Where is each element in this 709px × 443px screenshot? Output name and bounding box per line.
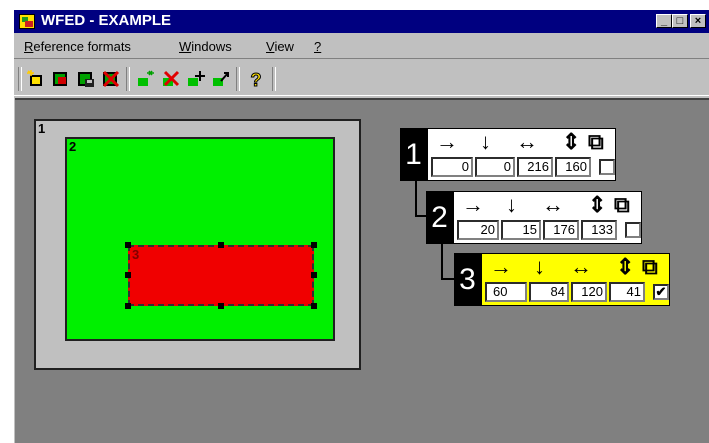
resize-handle[interactable] [311, 303, 317, 309]
height-arrow-icon: ⇕ [588, 192, 607, 217]
panel-number: 3 [454, 253, 481, 306]
toolbar-separator [236, 67, 240, 91]
tree-connector [415, 181, 417, 217]
format-frame-1[interactable]: 1 2 3 [34, 119, 361, 370]
copy-icon[interactable]: ⧉ [642, 255, 658, 279]
panel-number: 1 [400, 128, 427, 181]
width-arrow-icon: ↔ [516, 129, 538, 154]
delete-window-icon[interactable] [161, 69, 181, 89]
frame-label-3: 3 [132, 247, 140, 262]
menu-label: iew [274, 39, 294, 54]
y-field[interactable]: 0 [475, 157, 515, 177]
menu-reference-formats[interactable]: Reference formats [24, 39, 131, 54]
menu-mnemonic: W [179, 39, 192, 54]
format-frame-2[interactable]: 2 3 [65, 137, 335, 341]
menu-bar: Reference formats Windows View ? [14, 35, 709, 57]
visible-checkbox[interactable]: ✔ [653, 284, 669, 300]
close-button[interactable]: × [690, 14, 706, 28]
minimize-button[interactable]: _ [656, 14, 672, 28]
format-frame-3[interactable]: 3 [128, 245, 314, 306]
y-arrow-icon: ↓ [506, 192, 517, 217]
copy-icon[interactable]: ⧉ [614, 193, 630, 217]
workspace[interactable]: 1 2 3 1 → ↓ ↔ ⇕ ⧉ 0 0 216 160 2 → ↓ ↔ ⇕ … [15, 98, 709, 443]
height-field[interactable]: 41 [609, 282, 645, 302]
toolbar: ? [14, 58, 709, 96]
toolbar-separator [18, 67, 22, 91]
x-arrow-icon: → [436, 129, 458, 154]
y-field[interactable]: 15 [501, 220, 541, 240]
window-title: WFED - EXAMPLE [41, 12, 171, 29]
help-icon[interactable]: ? [246, 69, 266, 90]
menu-view[interactable]: View [266, 39, 294, 54]
resize-handle[interactable] [311, 242, 317, 248]
height-field[interactable]: 133 [581, 220, 617, 240]
width-arrow-icon: ↔ [570, 254, 592, 279]
copy-icon[interactable]: ⧉ [588, 130, 604, 154]
y-field[interactable]: 84 [529, 282, 569, 302]
resize-handle[interactable] [125, 242, 131, 248]
new-window-icon[interactable] [136, 69, 156, 89]
width-field[interactable]: 216 [517, 157, 553, 177]
x-field[interactable]: 60 [485, 282, 527, 302]
save-format-icon[interactable] [76, 69, 96, 89]
y-arrow-icon: ↓ [480, 129, 491, 154]
height-arrow-icon: ⇕ [616, 254, 635, 279]
tree-connector [441, 278, 455, 280]
delete-format-icon[interactable] [101, 69, 121, 89]
height-field[interactable]: 160 [555, 157, 591, 177]
menu-label: eference formats [33, 39, 131, 54]
x-field[interactable]: 0 [431, 157, 473, 177]
toolbar-separator [272, 67, 276, 91]
resize-handle[interactable] [125, 303, 131, 309]
panel-number: 2 [426, 191, 453, 244]
menu-label: indows [191, 39, 232, 54]
toolbar-separator [126, 67, 130, 91]
app-icon[interactable] [19, 14, 35, 29]
x-field[interactable]: 20 [457, 220, 499, 240]
y-arrow-icon: ↓ [534, 254, 545, 279]
visible-checkbox[interactable] [625, 222, 641, 238]
panel-body: → ↓ ↔ ⇕ ⧉ 20 15 176 133 [453, 191, 642, 244]
width-arrow-icon: ↔ [542, 192, 564, 217]
frame-label-2: 2 [69, 139, 77, 154]
resize-handle[interactable] [218, 303, 224, 309]
resize-handle[interactable] [218, 242, 224, 248]
app-window: WFED - EXAMPLE _ □ × Reference formats W… [14, 10, 709, 443]
visible-checkbox[interactable] [599, 159, 615, 175]
resize-window-icon[interactable] [211, 69, 231, 89]
resize-handle[interactable] [311, 272, 317, 278]
menu-mnemonic: ? [314, 39, 322, 54]
title-bar[interactable]: WFED - EXAMPLE _ □ × [14, 10, 709, 33]
resize-handle[interactable] [125, 272, 131, 278]
svg-text:?: ? [251, 70, 262, 89]
tree-connector [441, 243, 443, 280]
panel-body: → ↓ ↔ ⇕ ⧉ 0 0 216 160 [427, 128, 616, 181]
menu-help[interactable]: ? [314, 39, 321, 54]
width-field[interactable]: 120 [571, 282, 607, 302]
x-arrow-icon: → [490, 254, 512, 279]
menu-windows[interactable]: Windows [179, 39, 232, 54]
frame-label-1: 1 [38, 121, 46, 136]
height-arrow-icon: ⇕ [562, 129, 581, 154]
maximize-button[interactable]: □ [672, 14, 688, 28]
panel-body: → ↓ ↔ ⇕ ⧉ 60 84 120 41 ✔ [481, 253, 670, 306]
open-format-icon[interactable] [51, 69, 71, 89]
move-window-icon[interactable] [186, 69, 206, 89]
new-format-icon[interactable] [26, 69, 46, 89]
width-field[interactable]: 176 [543, 220, 579, 240]
x-arrow-icon: → [462, 192, 484, 217]
menu-mnemonic: R [24, 39, 34, 54]
